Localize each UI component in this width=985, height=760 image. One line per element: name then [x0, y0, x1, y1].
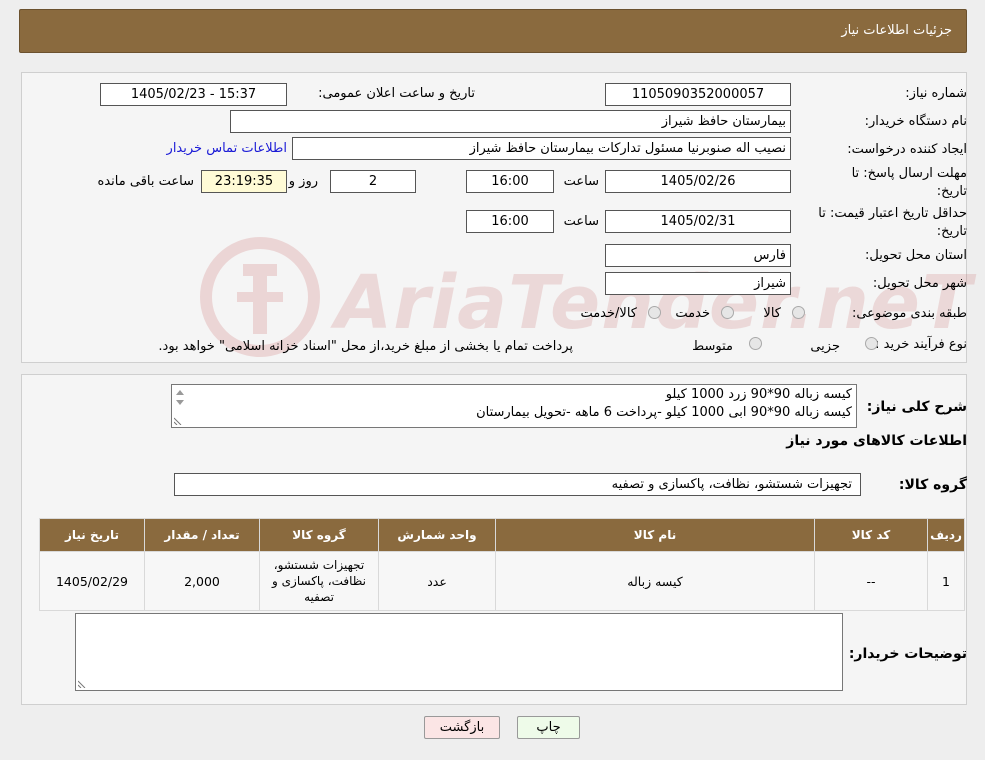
need-number-field: 1105090352000057	[605, 83, 791, 106]
col-date: تاریخ نیاز	[39, 518, 145, 552]
cell-code: --	[814, 551, 928, 611]
days-field: 2	[330, 170, 416, 193]
page-title: جزئیات اطلاعات نیاز	[841, 23, 952, 38]
table-row: 1 -- کیسه زباله عدد تجهیزات شستشو، نظافت…	[39, 551, 965, 611]
cell-row: 1	[927, 551, 965, 611]
col-unit: واحد شمارش	[378, 518, 496, 552]
resize-handle-icon[interactable]	[174, 417, 182, 425]
announce-label: تاریخ و ساعت اعلان عمومی:	[318, 86, 475, 101]
category-option-service: خدمت	[675, 306, 710, 321]
table-header-row: ردیف کد کالا نام کالا واحد شمارش گروه کا…	[39, 518, 965, 552]
description-label: شرح کلی نیاز:	[866, 399, 967, 415]
validity-time-field: 16:00	[466, 210, 554, 233]
back-button[interactable]: بازگشت	[424, 716, 500, 739]
city-label: شهر محل تحویل:	[872, 276, 967, 291]
description-line-2: کیسه زباله 90*90 ابی 1000 کیلو -پرداخت 6…	[476, 405, 852, 420]
remaining-time-field: 23:19:35	[201, 170, 287, 193]
col-name: نام کالا	[495, 518, 815, 552]
scroll-arrows-icon[interactable]	[175, 388, 185, 412]
validity-label-2: تاریخ:	[936, 224, 967, 239]
category-label: طبقه بندی موضوعی:	[851, 306, 967, 321]
buyer-contact-link[interactable]: اطلاعات تماس خریدار	[167, 141, 287, 156]
resize-handle-icon[interactable]	[78, 680, 86, 688]
validity-label-1: حداقل تاریخ اعتبار قیمت: تا	[818, 206, 967, 221]
process-option-medium: متوسط	[692, 339, 733, 354]
process-radio-minor[interactable]	[865, 337, 878, 350]
process-note: پرداخت تمام یا بخشی از مبلغ خرید،از محل …	[158, 339, 573, 354]
category-radio-goods[interactable]	[792, 306, 805, 319]
page-header: جزئیات اطلاعات نیاز	[19, 9, 967, 53]
category-option-goods-service: کالا/خدمت	[580, 306, 637, 321]
category-radio-service[interactable]	[721, 306, 734, 319]
category-option-goods: کالا	[763, 306, 781, 321]
col-group: گروه کالا	[259, 518, 379, 552]
process-label: نوع فرآیند خرید :	[875, 337, 967, 352]
category-radio-goods-service[interactable]	[648, 306, 661, 319]
buyer-notes-textarea[interactable]	[75, 613, 843, 691]
buyer-notes-label: توضیحات خریدار:	[848, 646, 967, 662]
deadline-label-2: تاریخ:	[936, 184, 967, 199]
remaining-label: ساعت باقی مانده	[97, 174, 194, 189]
description-line-1: کیسه زباله 90*90 زرد 1000 کیلو	[665, 387, 852, 402]
cell-group: تجهیزات شستشو، نظافت، پاکسازی و تصفیه	[259, 551, 379, 611]
col-code: کد کالا	[814, 518, 928, 552]
description-textarea[interactable]: کیسه زباله 90*90 زرد 1000 کیلو کیسه زبال…	[171, 384, 857, 428]
requester-label: ایجاد کننده درخواست:	[847, 142, 967, 157]
cell-date: 1405/02/29	[39, 551, 145, 611]
items-table: ردیف کد کالا نام کالا واحد شمارش گروه کا…	[39, 518, 965, 611]
days-label: روز و	[288, 174, 318, 189]
city-field: شیراز	[605, 272, 791, 295]
process-radio-medium[interactable]	[749, 337, 762, 350]
cell-unit: عدد	[378, 551, 496, 611]
requester-field: نصیب اله صنوبرنیا مسئول تداركات بیمارستا…	[292, 137, 791, 160]
deadline-time-label: ساعت	[563, 174, 599, 189]
province-field: فارس	[605, 244, 791, 267]
print-button[interactable]: چاپ	[517, 716, 580, 739]
cell-qty: 2,000	[144, 551, 260, 611]
deadline-time-field: 16:00	[466, 170, 554, 193]
need-number-label: شماره نیاز:	[905, 86, 967, 101]
buyer-org-field: بیمارستان حافظ شیراز	[230, 110, 791, 133]
announce-field: 1405/02/23 - 15:37	[100, 83, 287, 106]
col-row: ردیف	[927, 518, 965, 552]
goods-section-heading: اطلاعات کالاهای مورد نیاز	[786, 433, 967, 449]
deadline-date-field: 1405/02/26	[605, 170, 791, 193]
validity-date-field: 1405/02/31	[605, 210, 791, 233]
province-label: استان محل تحویل:	[865, 248, 967, 263]
buyer-org-label: نام دستگاه خریدار:	[864, 114, 967, 129]
process-option-minor: جزیی	[810, 339, 840, 354]
cell-name: کیسه زباله	[495, 551, 815, 611]
announce-value: 1405/02/23 - 15:37	[130, 87, 257, 102]
validity-time-label: ساعت	[563, 214, 599, 229]
goods-group-label: گروه کالا:	[898, 477, 967, 493]
goods-group-field: تجهیزات شستشو، نظافت، پاکسازی و تصفیه	[174, 473, 861, 496]
deadline-label-1: مهلت ارسال پاسخ: تا	[851, 166, 967, 181]
col-qty: تعداد / مقدار	[144, 518, 260, 552]
